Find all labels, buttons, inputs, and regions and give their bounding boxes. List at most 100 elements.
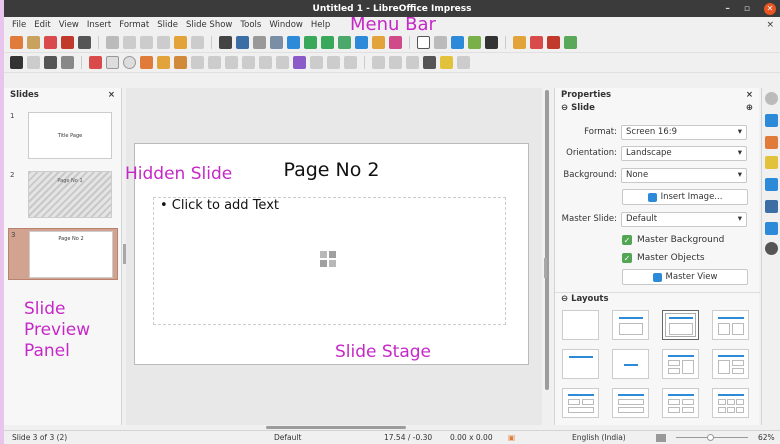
stars-icon[interactable]	[276, 56, 289, 69]
sidebar-splitter[interactable]	[544, 258, 547, 278]
layouts-section-header[interactable]: ⊖ Layouts	[555, 292, 760, 304]
toggle-extrusion-icon[interactable]	[457, 56, 470, 69]
vertical-scrollbar-thumb[interactable]	[545, 90, 549, 390]
menu-file[interactable]: File	[8, 20, 30, 30]
find-replace-icon[interactable]	[219, 36, 232, 49]
lines-arrows-icon[interactable]	[140, 56, 153, 69]
special-character-icon[interactable]	[434, 36, 447, 49]
layout-content-over-content[interactable]	[612, 388, 649, 418]
open-file-icon[interactable]	[27, 36, 40, 49]
grid-icon[interactable]	[253, 36, 266, 49]
menu-slide[interactable]: Slide	[153, 20, 182, 30]
hyperlink-icon[interactable]	[468, 36, 481, 49]
flowchart-icon[interactable]	[242, 56, 255, 69]
rotate-icon[interactable]	[310, 56, 323, 69]
basic-shapes-icon[interactable]	[191, 56, 204, 69]
redo-icon[interactable]	[191, 36, 204, 49]
arrange-icon[interactable]	[344, 56, 357, 69]
show-draw-functions-icon[interactable]	[485, 36, 498, 49]
3d-objects-icon[interactable]	[293, 56, 306, 69]
insert-table-icon[interactable]	[338, 36, 351, 49]
duplicate-slide-icon[interactable]	[530, 36, 543, 49]
start-current-show-icon[interactable]	[321, 36, 334, 49]
new-slide-icon[interactable]	[513, 36, 526, 49]
slide-section-header[interactable]: ⊖ Slide ⊕	[555, 102, 759, 114]
delete-slide-icon[interactable]	[547, 36, 560, 49]
master-slide-icon[interactable]	[287, 36, 300, 49]
master-background-checkbox[interactable]: ✓ Master Background	[622, 232, 762, 248]
insert-object-icon[interactable]	[319, 250, 337, 268]
cut-icon[interactable]	[106, 36, 119, 49]
points-icon[interactable]	[423, 56, 436, 69]
layout-title-content-selected[interactable]	[662, 310, 699, 340]
start-show-icon[interactable]	[304, 36, 317, 49]
gallery-icon[interactable]	[765, 222, 778, 235]
background-dropdown[interactable]: None ▾	[621, 167, 747, 183]
fit-slide-icon[interactable]	[656, 434, 666, 442]
zoom-level[interactable]: 62%	[758, 433, 775, 442]
curves-icon[interactable]	[157, 56, 170, 69]
fontwork-icon[interactable]	[451, 36, 464, 49]
language-status[interactable]: English (India)	[572, 433, 626, 442]
block-arrows-icon[interactable]	[225, 56, 238, 69]
slide-thumbnail-selected[interactable]: 3 Page No 2	[8, 228, 118, 280]
checkbox-checked-icon[interactable]: ✓	[622, 235, 632, 245]
slide-thumbnail[interactable]: 1 Title Page	[8, 110, 118, 162]
clone-formatting-icon[interactable]	[157, 36, 170, 49]
menu-tools[interactable]: Tools	[236, 20, 265, 30]
line-icon[interactable]	[89, 56, 102, 69]
close-document-button[interactable]: ×	[766, 20, 774, 30]
layout-2content-over-content[interactable]	[562, 388, 599, 418]
checkbox-checked-icon[interactable]: ✓	[622, 253, 632, 263]
layout-title-content[interactable]	[612, 310, 649, 340]
paste-icon[interactable]	[140, 36, 153, 49]
text-placeholder-box[interactable]: • Click to add Text	[153, 197, 506, 325]
animation-icon[interactable]	[765, 156, 778, 169]
document-modified-icon[interactable]: ▣	[508, 433, 515, 442]
close-window-button[interactable]: ✕	[764, 2, 776, 15]
minimize-button[interactable]: –	[725, 4, 730, 14]
ellipse-icon[interactable]	[123, 56, 136, 69]
menu-format[interactable]: Format	[115, 20, 153, 30]
crop-icon[interactable]	[389, 56, 402, 69]
menu-slide-show[interactable]: Slide Show	[182, 20, 236, 30]
insert-media-icon[interactable]	[389, 36, 402, 49]
filter-icon[interactable]	[406, 56, 419, 69]
layout-title-4content[interactable]	[662, 388, 699, 418]
navigator-icon[interactable]	[765, 242, 778, 255]
new-presentation-icon[interactable]	[10, 36, 23, 49]
orientation-dropdown[interactable]: Landscape ▾	[621, 145, 747, 161]
master-objects-checkbox[interactable]: ✓ Master Objects	[622, 250, 762, 266]
horizontal-scrollbar-thumb[interactable]	[266, 426, 406, 429]
master-view-button[interactable]: Master View	[622, 269, 748, 285]
master-slides-icon[interactable]	[765, 178, 778, 191]
menu-help[interactable]: Help	[307, 20, 334, 30]
symbol-shapes-icon[interactable]	[208, 56, 221, 69]
line-color-icon[interactable]	[44, 56, 57, 69]
export-pdf-icon[interactable]	[61, 36, 74, 49]
vertical-scrollbar[interactable]	[544, 88, 552, 425]
print-icon[interactable]	[78, 36, 91, 49]
insert-image-button[interactable]: Insert Image...	[622, 189, 748, 205]
layout-blank[interactable]	[562, 310, 599, 340]
insert-chart-icon[interactable]	[372, 36, 385, 49]
sidebar-settings-icon[interactable]	[765, 92, 778, 105]
zoom-pan-icon[interactable]	[27, 56, 40, 69]
menu-window[interactable]: Window	[265, 20, 307, 30]
zoom-slider-handle[interactable]	[707, 434, 714, 441]
select-arrow-icon[interactable]	[10, 56, 23, 69]
layout-content-2content[interactable]	[712, 349, 749, 379]
callout-shapes-icon[interactable]	[259, 56, 272, 69]
properties-close-button[interactable]: ×	[746, 90, 753, 100]
styles-icon[interactable]	[765, 200, 778, 213]
insert-image-icon[interactable]	[355, 36, 368, 49]
maximize-button[interactable]: ▫	[744, 4, 750, 14]
connectors-icon[interactable]	[174, 56, 187, 69]
copy-icon[interactable]	[123, 36, 136, 49]
slide-transition-icon[interactable]	[765, 136, 778, 149]
shadow-icon[interactable]	[372, 56, 385, 69]
menu-insert[interactable]: Insert	[83, 20, 115, 30]
layout-title-2content-content[interactable]	[662, 349, 699, 379]
rectangle-icon[interactable]	[106, 56, 119, 69]
layout-two-content[interactable]	[712, 310, 749, 340]
